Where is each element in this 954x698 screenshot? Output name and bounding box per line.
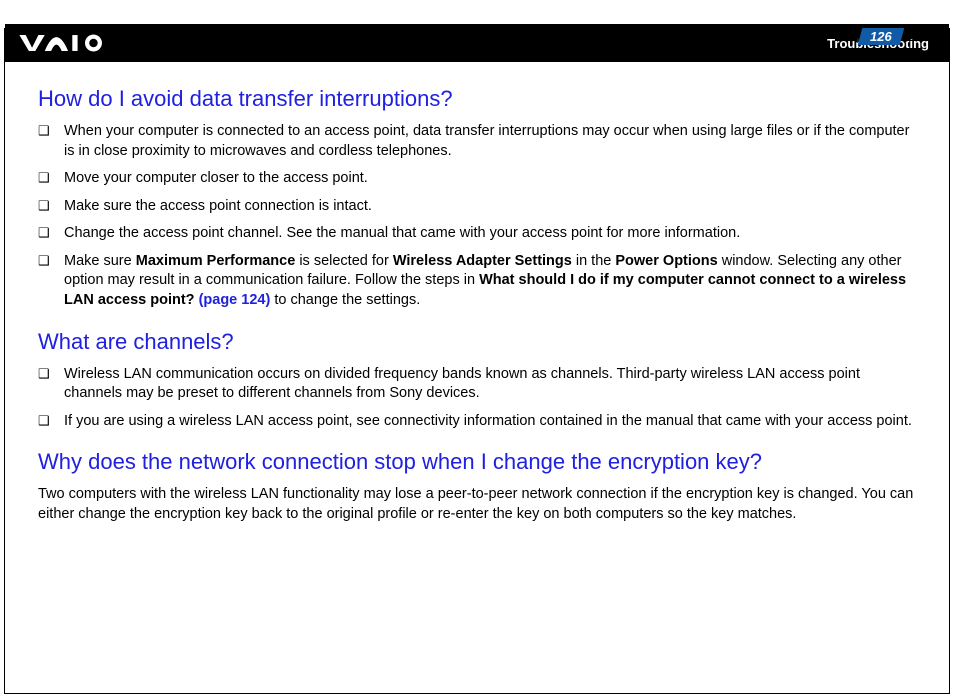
list-item: Wireless LAN communication occurs on div… <box>38 365 916 404</box>
list-item: Make sure Maximum Performance is selecte… <box>38 252 916 311</box>
list-item: When your computer is connected to an ac… <box>38 122 916 161</box>
list-item: Make sure the access point connection is… <box>38 197 916 217</box>
nav-prev-icon[interactable]: ◀ <box>846 29 858 45</box>
list-item: Change the access point channel. See the… <box>38 224 916 244</box>
page-nav: ◀ 126 ▶ <box>846 28 916 45</box>
list-item: Move your computer closer to the access … <box>38 169 916 189</box>
page-link-124[interactable]: (page 124) <box>199 292 271 308</box>
list-item: If you are using a wireless LAN access p… <box>38 412 916 432</box>
nav-next-icon[interactable]: ▶ <box>904 29 916 45</box>
list-channels: Wireless LAN communication occurs on div… <box>38 365 916 432</box>
page-number-badge: 126 <box>858 28 904 45</box>
